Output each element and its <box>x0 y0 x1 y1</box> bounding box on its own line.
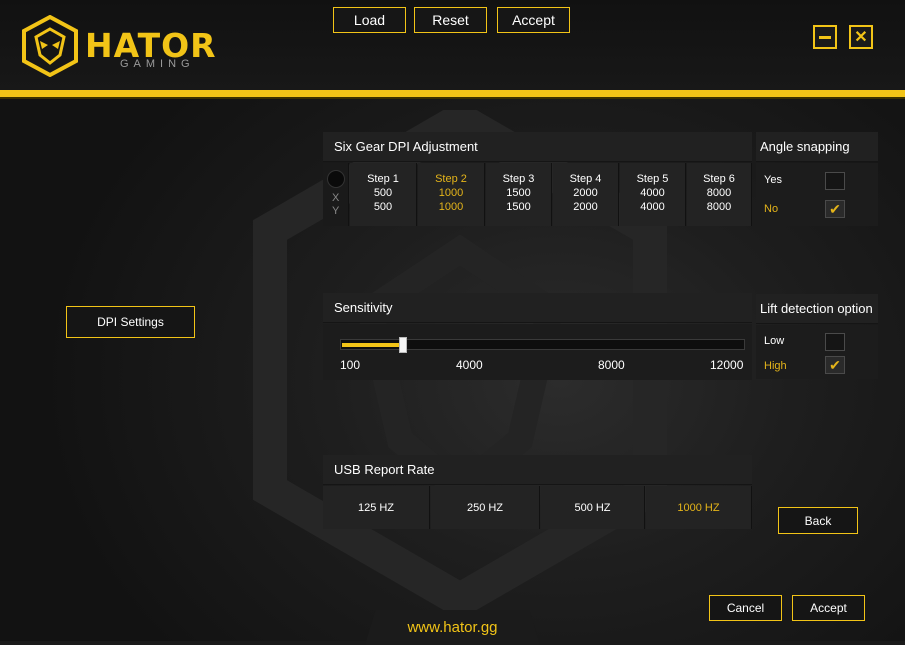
dpi-step-label: Step 1 <box>367 173 399 185</box>
y-axis-label: Y <box>332 205 340 217</box>
dpi-step-y: 1500 <box>506 201 531 213</box>
dpi-step-y: 1000 <box>438 201 464 213</box>
lift-detection-title: Lift detection option <box>756 294 878 324</box>
angle-snapping-yes-label: Yes <box>764 174 782 186</box>
reset-button[interactable]: Reset <box>414 7 487 33</box>
dpi-xy-column: X Y <box>323 163 349 226</box>
dpi-step-3[interactable]: Step 3 1500 1500 <box>486 163 552 226</box>
x-axis-label: X <box>332 192 340 204</box>
dpi-step-label: Step 5 <box>636 173 669 185</box>
usb-rate-option[interactable]: 125 HZ <box>323 486 430 529</box>
lift-detection-low-label: Low <box>764 335 785 347</box>
dpi-step-x: 500 <box>373 187 393 199</box>
checkmark-icon: ✔ <box>829 200 841 217</box>
usb-report-rate-title: USB Report Rate <box>323 455 752 485</box>
angle-snapping-title: Angle snapping <box>756 132 878 162</box>
sensitivity-title: Sensitivity <box>323 293 752 323</box>
dpi-step-label: Step 2 <box>435 173 467 185</box>
website-link[interactable]: www.hator.gg <box>365 619 540 636</box>
dpi-step-2[interactable]: Step 2 1000 1000 <box>418 163 485 226</box>
dpi-step-1[interactable]: Step 1 500 500 <box>350 163 417 226</box>
dpi-panel-title: Six Gear DPI Adjustment <box>323 132 752 162</box>
dpi-step-x: 1500 <box>506 187 531 199</box>
dpi-settings-button[interactable]: DPI Settings <box>66 306 195 338</box>
usb-rate-option[interactable]: 1000 HZ <box>646 486 752 529</box>
load-button[interactable]: Load <box>333 7 406 33</box>
lift-detection-low-checkbox[interactable] <box>825 333 845 351</box>
cancel-button[interactable]: Cancel <box>709 595 782 621</box>
minimize-icon <box>819 35 831 39</box>
sensitivity-tick: 12000 <box>710 358 744 372</box>
usb-rate-option[interactable]: 500 HZ <box>541 486 645 529</box>
app-window: HATOR GAMING Load Reset Accept ✕ DPI Set… <box>0 0 905 645</box>
sensitivity-slider-thumb[interactable] <box>399 337 407 353</box>
dpi-step-x: 4000 <box>640 187 665 199</box>
dpi-step-y: 8000 <box>706 201 732 213</box>
dpi-step-x: 1000 <box>438 187 464 199</box>
dpi-indicator-icon <box>327 170 345 188</box>
dpi-step-x: 8000 <box>706 187 732 199</box>
sensitivity-tick: 100 <box>340 358 361 372</box>
angle-snapping-no-checkbox[interactable]: ✔ <box>825 200 845 218</box>
dpi-step-label: Step 4 <box>569 173 602 185</box>
dpi-step-y: 4000 <box>640 201 665 213</box>
brand-subtitle: GAMING <box>120 58 195 70</box>
dpi-step-label: Step 6 <box>703 173 735 185</box>
toolbar-accept-button[interactable]: Accept <box>497 7 570 33</box>
lift-detection-high-label: High <box>764 360 787 372</box>
sensitivity-tick: 8000 <box>598 358 625 372</box>
sensitivity-slider[interactable] <box>340 337 745 353</box>
dpi-step-4[interactable]: Step 4 2000 2000 <box>553 163 619 226</box>
lift-detection-high-checkbox[interactable]: ✔ <box>825 356 845 374</box>
close-icon: ✕ <box>854 29 868 46</box>
hator-logo-icon <box>22 15 78 77</box>
dpi-step-label: Step 3 <box>502 173 535 185</box>
sensitivity-slider-fill <box>342 343 400 347</box>
dpi-step-y: 2000 <box>573 201 598 213</box>
header-accent-stripe <box>0 90 905 97</box>
header-accent-shadow <box>0 97 905 99</box>
minimize-button[interactable] <box>813 25 837 49</box>
sensitivity-panel <box>323 324 752 380</box>
dpi-step-y: 500 <box>373 201 393 213</box>
angle-snapping-no-label: No <box>764 203 779 215</box>
usb-rate-option[interactable]: 250 HZ <box>431 486 540 529</box>
checkmark-icon: ✔ <box>829 356 841 373</box>
dpi-step-6[interactable]: Step 6 8000 8000 <box>687 163 752 226</box>
dpi-step-x: 2000 <box>573 187 598 199</box>
close-button[interactable]: ✕ <box>849 25 873 49</box>
back-button[interactable]: Back <box>778 507 858 534</box>
accept-button[interactable]: Accept <box>792 595 865 621</box>
angle-snapping-yes-checkbox[interactable] <box>825 172 845 190</box>
angle-snapping-panel <box>756 163 878 226</box>
dpi-step-5[interactable]: Step 5 4000 4000 <box>620 163 686 226</box>
sensitivity-tick: 4000 <box>456 358 483 372</box>
